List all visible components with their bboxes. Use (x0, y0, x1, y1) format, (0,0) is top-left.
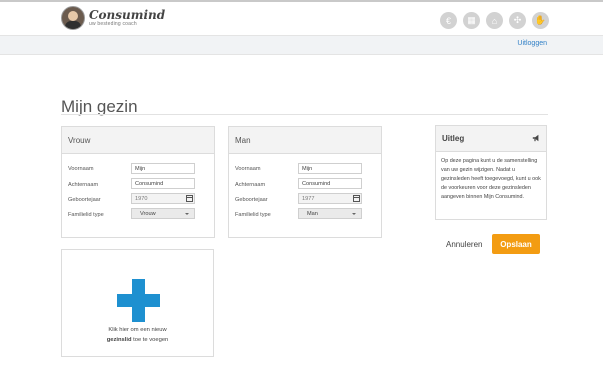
birth-year-label: Geboortejaar (68, 197, 101, 203)
birth-year-value: 1970 (135, 196, 148, 202)
member-panel-heading: Man (229, 127, 381, 154)
add-member-keyword: gezinslid (106, 337, 132, 343)
money-icon[interactable]: € (440, 12, 457, 29)
cancel-button[interactable]: Annuleren (440, 235, 486, 253)
tools-icon[interactable]: ✣ (509, 12, 526, 29)
member-type-select[interactable]: Man (298, 208, 362, 219)
member-type-value: Vrouw (140, 211, 156, 217)
member-type-label: Familielid type (68, 212, 104, 218)
member-type-value: Man (307, 211, 318, 217)
add-member-text: Klik hier om een nieuw gezinslid toe te … (62, 325, 213, 345)
member-type-select[interactable]: Vrouw (131, 208, 195, 219)
brand-text: Consumind uw besteding coach (89, 9, 165, 27)
brand-avatar-icon (61, 6, 85, 30)
header: Consumind uw besteding coach € ▦ ⌂ ✣ ✋ (0, 2, 603, 35)
birth-year-value: 1977 (302, 196, 315, 202)
megaphone-icon (532, 134, 539, 142)
birth-year-field[interactable]: 1977 (298, 193, 362, 204)
info-panel-text: Op deze pagina kunt u de samenstelling v… (441, 158, 541, 200)
handshake-icon[interactable]: ✋ (532, 12, 549, 29)
sub-navigation-bar: Uitloggen (0, 35, 603, 55)
cart-icon[interactable]: ⌂ (486, 12, 503, 29)
calendar-icon[interactable] (353, 195, 360, 202)
member-type-label: Familielid type (235, 212, 271, 218)
member-panel-man: Man Voornaam Mijn Achternaam Consumind G… (228, 126, 382, 238)
first-name-label: Voornaam (68, 166, 94, 172)
last-name-label: Achternaam (235, 182, 266, 188)
save-button[interactable]: Opslaan (492, 234, 540, 254)
birth-year-field[interactable]: 1970 (131, 193, 195, 204)
info-panel-header: Uitleg (436, 126, 546, 152)
brand-logo[interactable]: Consumind uw besteding coach (61, 6, 165, 30)
first-name-field[interactable]: Mijn (131, 163, 195, 174)
last-name-label: Achternaam (68, 182, 99, 188)
logout-link[interactable]: Uitloggen (517, 40, 547, 47)
plus-icon (117, 279, 160, 322)
first-name-field[interactable]: Mijn (298, 163, 362, 174)
brand-name: Consumind (89, 8, 166, 22)
member-panel-heading: Vrouw (62, 127, 214, 154)
info-panel-title: Uitleg (442, 134, 465, 143)
add-member-line2: gezinslid toe te voegen (62, 335, 213, 345)
title-divider (61, 114, 548, 115)
last-name-field[interactable]: Consumind (131, 178, 195, 189)
nav-icons: € ▦ ⌂ ✣ ✋ (440, 12, 549, 29)
chevron-down-icon (185, 213, 189, 215)
last-name-field[interactable]: Consumind (298, 178, 362, 189)
first-name-label: Voornaam (235, 166, 261, 172)
info-panel: Uitleg Op deze pagina kunt u de samenste… (435, 125, 547, 220)
calendar-icon[interactable]: ▦ (463, 12, 480, 29)
add-member-line1: Klik hier om een nieuw (108, 327, 167, 333)
chevron-down-icon (352, 213, 356, 215)
add-member-card[interactable]: Klik hier om een nieuw gezinslid toe te … (61, 249, 214, 357)
add-member-rest: toe te voegen (131, 337, 169, 343)
brand-tagline: uw besteding coach (89, 21, 137, 27)
calendar-icon[interactable] (186, 195, 193, 202)
member-panel-vrouw: Vrouw Voornaam Mijn Achternaam Consumind… (61, 126, 215, 238)
birth-year-label: Geboortejaar (235, 197, 268, 203)
